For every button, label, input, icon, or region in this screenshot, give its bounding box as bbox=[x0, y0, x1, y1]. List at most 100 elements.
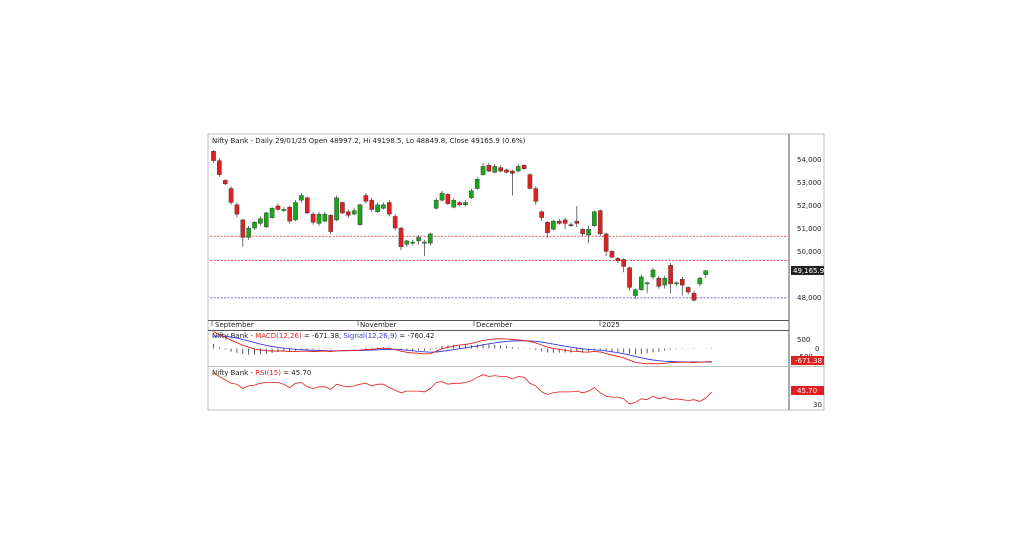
candle-body bbox=[363, 195, 369, 202]
candle-body bbox=[334, 197, 339, 221]
candle-body bbox=[328, 215, 334, 232]
candle-body bbox=[609, 251, 615, 258]
candle-body bbox=[480, 166, 486, 175]
candle-body bbox=[597, 210, 603, 235]
candle-body bbox=[703, 270, 709, 275]
candle-body bbox=[680, 279, 685, 286]
candle-body bbox=[633, 289, 638, 296]
macd-title: Nifty Bank - MACD(12,26) = -671.38, Sign… bbox=[212, 332, 435, 340]
candle-body bbox=[304, 197, 310, 214]
x-axis-label-november: November bbox=[360, 321, 397, 329]
candle-body bbox=[275, 205, 281, 210]
candle-body bbox=[387, 202, 392, 215]
price-tick-label: 54,000 bbox=[797, 156, 822, 164]
candle-body bbox=[410, 241, 416, 244]
candle-body bbox=[551, 220, 556, 230]
candle-body bbox=[521, 165, 527, 169]
candle-body bbox=[457, 202, 462, 206]
candle-body bbox=[644, 282, 650, 285]
chart-title: Nifty Bank - Daily 29/01/25 Open 48997.2… bbox=[212, 137, 526, 145]
candle-body bbox=[498, 167, 503, 172]
candle-body bbox=[627, 267, 632, 288]
candle-body bbox=[580, 229, 585, 235]
candle-body bbox=[556, 220, 562, 224]
candle-body bbox=[474, 179, 480, 189]
candle-body bbox=[445, 194, 451, 204]
candle-body bbox=[357, 204, 363, 225]
candle-body bbox=[492, 166, 498, 173]
macd-badge-label: -671.38 bbox=[795, 357, 822, 365]
candle-body bbox=[592, 211, 597, 226]
candle-body bbox=[369, 199, 375, 210]
candle-body bbox=[527, 174, 533, 189]
candle-body bbox=[351, 210, 357, 215]
macd-tick-label: 500 bbox=[797, 336, 810, 344]
candle-body bbox=[340, 202, 345, 214]
signal-title-value: = -760.42 bbox=[397, 332, 434, 340]
candle-body bbox=[234, 204, 240, 215]
candle-body bbox=[258, 218, 263, 224]
candle-body bbox=[568, 224, 574, 226]
x-axis-label-december: December bbox=[476, 321, 512, 329]
candle-body bbox=[668, 265, 673, 285]
candle-body bbox=[433, 199, 439, 209]
candle-body bbox=[281, 209, 287, 211]
candle-body bbox=[422, 241, 427, 244]
candle-body bbox=[439, 192, 445, 201]
candle-body bbox=[638, 276, 644, 290]
rsi-badge-label: 45.70 bbox=[797, 387, 817, 395]
candle-body bbox=[287, 206, 292, 222]
candle-body bbox=[392, 216, 398, 229]
rsi-title-value: = 45.70 bbox=[281, 369, 311, 377]
candle-body bbox=[381, 204, 386, 209]
candle-body bbox=[562, 219, 568, 224]
candle-body bbox=[398, 227, 404, 247]
x-axis-label-september: September bbox=[215, 321, 254, 329]
candle-body bbox=[316, 213, 322, 224]
candle-body bbox=[504, 169, 509, 173]
price-tick-label: 50,000 bbox=[797, 248, 822, 256]
macd-title-value: = -671.38, bbox=[302, 332, 344, 340]
candle-body bbox=[486, 165, 492, 172]
candle-body bbox=[240, 219, 246, 238]
chart-root: Nifty Bank - Daily 29/01/25 Open 48997.2… bbox=[0, 0, 1021, 539]
candle-body bbox=[691, 293, 697, 301]
candle-body bbox=[222, 180, 228, 185]
candle-body bbox=[217, 160, 222, 175]
price-tick-label: 51,000 bbox=[797, 225, 822, 233]
candle-body bbox=[656, 277, 662, 287]
candle-body bbox=[515, 166, 521, 172]
candle-body bbox=[246, 227, 251, 238]
candle-body bbox=[615, 258, 621, 261]
candle-body bbox=[574, 220, 580, 224]
chart-svg: Nifty Bank - Daily 29/01/25 Open 48997.2… bbox=[207, 133, 825, 411]
candle-body bbox=[263, 212, 269, 228]
candle-body bbox=[539, 211, 544, 218]
last-price-label: 49,165.9 bbox=[793, 267, 824, 275]
price-tick-label: 53,000 bbox=[797, 179, 822, 187]
candle-body bbox=[603, 233, 609, 252]
candle-body bbox=[269, 208, 275, 218]
candle-body bbox=[451, 199, 457, 208]
signal-title-label: Signal(12,26,9) bbox=[343, 332, 397, 340]
price-tick-label: 48,000 bbox=[797, 294, 822, 302]
candle-body bbox=[322, 213, 328, 222]
candle-body bbox=[428, 233, 433, 244]
macd-title-label: MACD(12,26) bbox=[255, 332, 302, 340]
candle-body bbox=[211, 151, 216, 161]
candle-body bbox=[674, 282, 679, 285]
rsi-title-label: RSI(15) bbox=[255, 369, 281, 377]
candle-body bbox=[545, 222, 550, 233]
candle-body bbox=[621, 259, 626, 267]
candle-body bbox=[685, 287, 691, 293]
candle-body bbox=[252, 222, 257, 229]
candle-body bbox=[662, 277, 668, 286]
candle-body bbox=[463, 202, 468, 206]
macd-tick-label: 0 bbox=[815, 345, 819, 353]
candle-body bbox=[586, 229, 591, 236]
candle-body bbox=[293, 202, 298, 221]
candle-body bbox=[299, 195, 304, 201]
candle-body bbox=[533, 188, 539, 202]
rsi-tick-label: 30 bbox=[813, 401, 822, 409]
price-tick-label: 52,000 bbox=[797, 202, 822, 210]
